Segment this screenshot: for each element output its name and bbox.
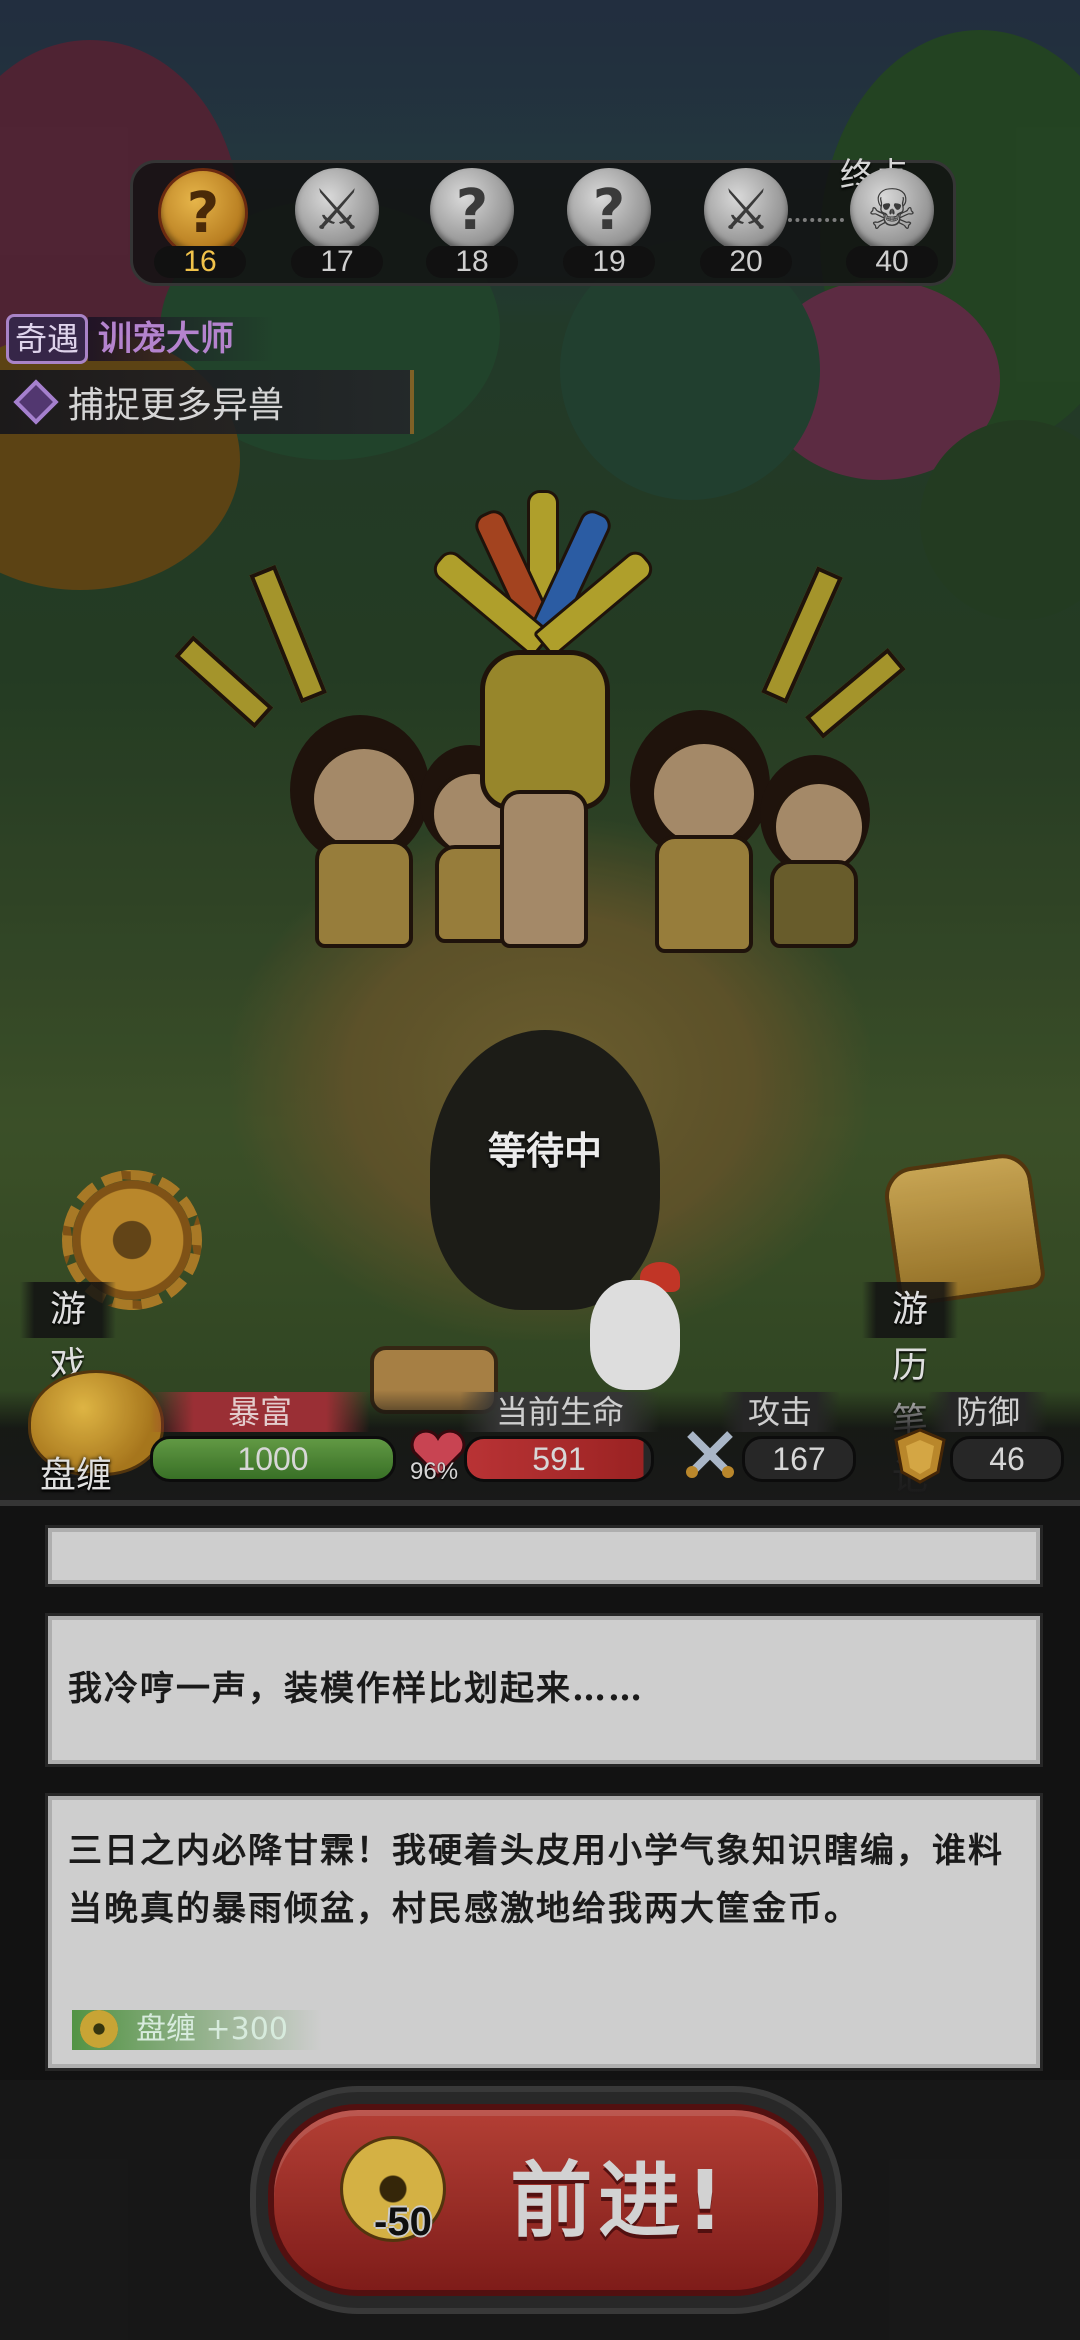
- quest-banner[interactable]: 捕捉更多异兽: [0, 370, 414, 434]
- crossed-swords-icon: [686, 1431, 734, 1478]
- hp-value: 591: [464, 1436, 654, 1482]
- progress-dots: [788, 218, 844, 222]
- advance-cost: -50: [374, 2200, 432, 2244]
- life-label: 当前生命: [460, 1392, 660, 1432]
- quest-text: 捕捉更多异兽: [68, 385, 285, 426]
- skull-icon: ☠: [850, 168, 934, 252]
- diamond-icon: [13, 379, 59, 425]
- shield-icon: [894, 1428, 946, 1484]
- event-badge: 奇遇: [6, 314, 89, 364]
- stage-node-16[interactable]: ? 16: [148, 168, 248, 278]
- attack-value: 167: [742, 1436, 856, 1482]
- gold-value: 1000: [150, 1436, 396, 1482]
- stage-node-19[interactable]: ? 19: [557, 168, 657, 278]
- crossed-swords-icon: ⚔: [295, 168, 379, 252]
- event-log-panel[interactable]: 我冷哼一声，装模作样比划起来…… 三日之内必降甘霖！我硬着头皮用小学气象知识瞎编…: [0, 1500, 1080, 2166]
- stage-number: 20: [700, 246, 792, 278]
- stage-number: 16: [154, 246, 246, 278]
- log-entry-text: 三日之内必降甘霖！我硬着头皮用小学气象知识瞎编，谁料当晚真的暴雨倾盆，村民感激地…: [68, 1831, 1004, 1929]
- stage-node-40[interactable]: ☠ 40: [840, 168, 940, 278]
- chicken-companion: [590, 1280, 680, 1390]
- hp-percent: 96%: [410, 1458, 459, 1485]
- reward-amount: +300: [205, 2012, 288, 2047]
- stage-number: 19: [563, 246, 655, 278]
- stage-progress-bar: [130, 160, 956, 286]
- defense-value: 46: [950, 1436, 1064, 1482]
- crossed-swords-icon: ⚔: [704, 168, 788, 252]
- question-icon: ?: [567, 168, 651, 252]
- advance-label: 前进!: [510, 2154, 730, 2249]
- stage-node-17[interactable]: ⚔ 17: [285, 168, 385, 278]
- stage-number: 18: [426, 246, 518, 278]
- reward-chip: 盘缠 +300: [72, 2010, 322, 2050]
- notes-label: 游历笔记: [862, 1282, 959, 1498]
- event-name: 训宠大师: [88, 317, 275, 361]
- attack-label: 攻击: [720, 1392, 840, 1432]
- log-entry-text: 我冷哼一声，装模作样比划起来……: [68, 1669, 644, 1709]
- currency-name: 盘缠: [40, 1455, 113, 1496]
- stage-node-18[interactable]: ? 18: [420, 168, 520, 278]
- settings-label: 游戏设置: [20, 1282, 117, 1498]
- log-entry-previous: [48, 1528, 1040, 1584]
- stage-node-20[interactable]: ⚔ 20: [694, 168, 794, 278]
- question-icon: ?: [430, 168, 514, 252]
- rich-label: 暴富: [150, 1392, 370, 1432]
- log-entry: 我冷哼一声，装模作样比划起来……: [48, 1616, 1040, 1764]
- event-tag: 奇遇 训宠大师: [6, 314, 275, 364]
- reward-label: 盘缠: [136, 2012, 196, 2047]
- stage-number: 17: [291, 246, 383, 278]
- coin-icon: [80, 2010, 118, 2048]
- stage-number: 40: [846, 246, 938, 278]
- log-entry: 三日之内必降甘霖！我硬着头皮用小学气象知识瞎编，谁料当晚真的暴雨倾盆，村民感激地…: [48, 1796, 1040, 2068]
- status-text: 等待中: [487, 1129, 602, 1173]
